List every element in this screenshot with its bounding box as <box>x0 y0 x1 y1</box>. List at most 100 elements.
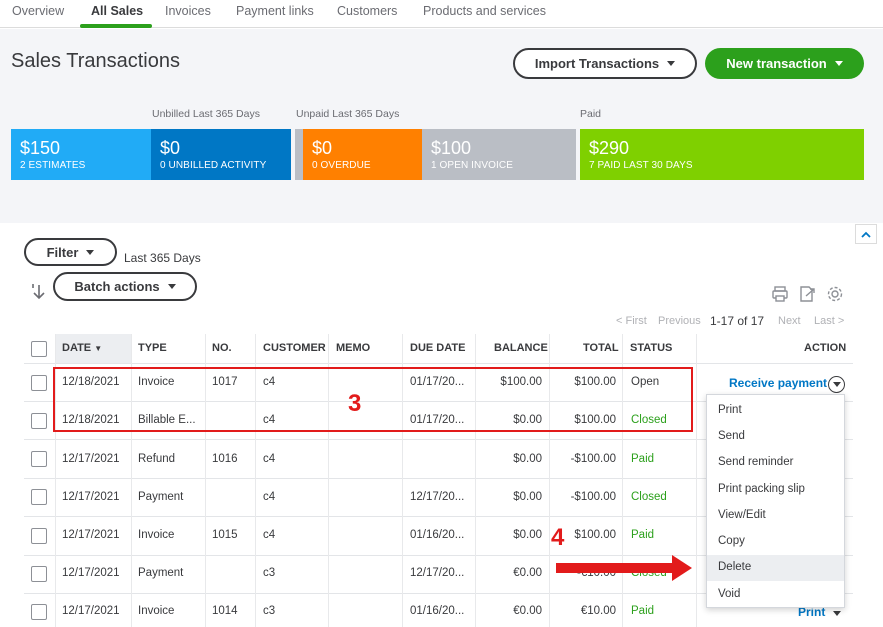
paid-label: Paid <box>580 108 602 120</box>
tile-label: 1 OPEN INVOICE <box>431 160 513 171</box>
cell-no: 1015 <box>212 529 238 541</box>
column-header-status[interactable]: STATUS <box>630 342 672 354</box>
new-transaction-label: New transaction <box>726 56 827 71</box>
pager-previous[interactable]: Previous <box>658 315 701 327</box>
pager-first[interactable]: < First <box>616 315 647 327</box>
cell-due-date: 12/17/20... <box>410 491 465 503</box>
receive-payment-link[interactable]: Receive payment <box>729 376 827 390</box>
pager-count: 1-17 of 17 <box>710 314 765 328</box>
menu-item-view-edit[interactable]: View/Edit <box>718 509 766 521</box>
cell-status: Paid <box>631 529 655 541</box>
cell-total: $100.00 <box>574 529 616 541</box>
tile-label: 2 ESTIMATES <box>20 160 86 171</box>
filter-label: Filter <box>46 244 79 260</box>
chevron-down-icon <box>86 249 95 255</box>
import-transactions-label: Import Transactions <box>534 56 660 71</box>
cell-type: Refund <box>138 453 176 465</box>
menu-item-print[interactable]: Print <box>718 404 742 416</box>
batch-actions-label: Batch actions <box>74 279 160 294</box>
new-transaction-button[interactable]: New transaction <box>705 48 864 79</box>
tab-bar: Overview All Sales Invoices Payment link… <box>0 0 883 28</box>
highlight-box <box>53 367 693 432</box>
pager-last[interactable]: Last > <box>814 315 844 327</box>
overdue-tile-edge <box>295 129 303 180</box>
pointer-arrow-body <box>556 563 674 573</box>
tile-label: 7 PAID LAST 30 DAYS <box>589 160 693 171</box>
select-all-checkbox[interactable] <box>31 341 47 357</box>
cell-total: -$100.00 <box>570 491 616 503</box>
row-checkbox[interactable] <box>31 566 47 582</box>
open-invoice-tile[interactable]: $100 1 OPEN INVOICE <box>422 129 576 180</box>
row-action-dropdown-button[interactable] <box>828 376 845 393</box>
column-header-total[interactable]: TOTAL <box>583 342 619 354</box>
row-checkbox[interactable] <box>31 528 47 544</box>
cell-due-date: 12/17/20... <box>410 567 465 579</box>
cell-no: 1014 <box>212 605 238 617</box>
row-checkbox[interactable] <box>31 375 47 391</box>
unbilled-activity-tile[interactable]: $0 0 UNBILLED ACTIVITY <box>151 129 291 180</box>
menu-item-delete[interactable]: Delete <box>718 561 751 573</box>
row-checkbox[interactable] <box>31 451 47 467</box>
tab-invoices[interactable]: Invoices <box>165 4 211 18</box>
column-header-action: ACTION <box>804 342 847 354</box>
cell-date: 12/17/2021 <box>62 605 120 617</box>
row-checkbox[interactable] <box>31 413 47 429</box>
filter-button[interactable]: Filter <box>24 238 117 266</box>
column-header-date[interactable]: DATE ▼ <box>62 342 102 354</box>
cell-customer: c4 <box>263 453 276 465</box>
menu-item-send[interactable]: Send <box>718 430 745 442</box>
tab-payment-links[interactable]: Payment links <box>236 4 314 18</box>
column-header-due-date[interactable]: DUE DATE <box>410 342 465 354</box>
menu-item-send-reminder[interactable]: Send reminder <box>718 456 793 468</box>
column-header-balance[interactable]: BALANCE <box>494 342 548 354</box>
unbilled-label: Unbilled Last 365 Days <box>152 108 260 120</box>
column-header-type[interactable]: TYPE <box>138 342 167 354</box>
paid-tile[interactable]: $290 7 PAID LAST 30 DAYS <box>580 129 864 180</box>
menu-item-print-packing-slip[interactable]: Print packing slip <box>718 483 805 495</box>
column-header-memo[interactable]: MEMO <box>336 342 370 354</box>
cell-type: Payment <box>138 491 184 503</box>
cell-type: Payment <box>138 567 184 579</box>
tab-customers[interactable]: Customers <box>337 4 397 18</box>
collapse-button[interactable] <box>855 224 877 244</box>
cell-customer: c3 <box>263 567 276 579</box>
cell-status: Closed <box>631 491 667 503</box>
cell-type: Invoice <box>138 529 175 541</box>
row-divider <box>24 363 853 364</box>
tile-amount: $0 <box>312 138 333 158</box>
overdue-tile[interactable]: $0 0 OVERDUE <box>303 129 422 180</box>
tab-overview[interactable]: Overview <box>12 4 64 18</box>
pager-next[interactable]: Next <box>778 315 801 327</box>
batch-actions-button[interactable]: Batch actions <box>53 272 197 301</box>
row-checkbox[interactable] <box>31 489 47 505</box>
estimates-tile[interactable]: $150 2 ESTIMATES <box>11 129 151 180</box>
menu-item-copy[interactable]: Copy <box>718 535 745 547</box>
column-header-customer[interactable]: CUSTOMER <box>263 342 326 354</box>
cell-balance: $0.00 <box>513 491 542 503</box>
cell-balance: $0.00 <box>513 453 542 465</box>
menu-item-void[interactable]: Void <box>718 588 740 600</box>
tab-products-and-services[interactable]: Products and services <box>423 4 546 18</box>
cell-date: 12/17/2021 <box>62 529 120 541</box>
step-4-label: 4 <box>551 524 565 551</box>
sort-arrow-icon[interactable] <box>32 283 46 301</box>
export-icon[interactable] <box>798 285 816 303</box>
chevron-down-icon <box>167 284 176 289</box>
gear-icon[interactable] <box>826 285 844 303</box>
print-icon[interactable] <box>771 285 789 303</box>
cell-total: -$100.00 <box>570 453 616 465</box>
cell-balance: $0.00 <box>513 529 542 541</box>
tile-label: 0 OVERDUE <box>312 160 371 171</box>
cell-no: 1016 <box>212 453 238 465</box>
cell-status: Paid <box>631 605 655 617</box>
import-transactions-button[interactable]: Import Transactions <box>513 48 697 79</box>
cell-due-date: 01/16/20... <box>410 529 465 541</box>
tile-amount: $0 <box>160 138 181 158</box>
tile-amount: $290 <box>589 138 630 158</box>
row-checkbox[interactable] <box>31 604 47 620</box>
cell-total: €10.00 <box>580 605 616 617</box>
step-3-label: 3 <box>348 390 362 417</box>
column-header-no[interactable]: NO. <box>212 342 232 354</box>
tab-all-sales[interactable]: All Sales <box>91 4 143 18</box>
tile-amount: $100 <box>431 138 472 158</box>
